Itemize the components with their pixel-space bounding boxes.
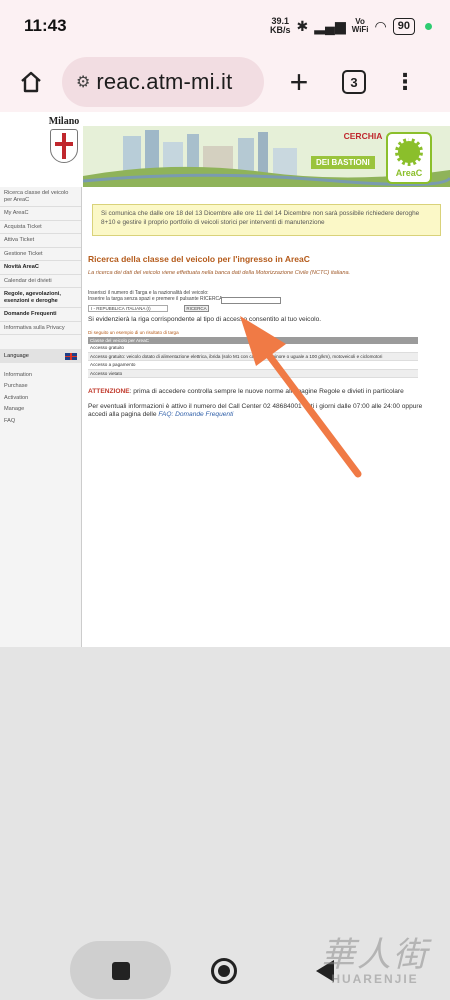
page-header: Milano CERCHIA DEI BASTIONI AreaC [0,112,450,187]
tab-switcher-button[interactable]: 3 [342,70,366,94]
signal-icon: ▂▄▆ [314,17,346,34]
milano-crest-icon [50,129,78,163]
table-header: Classe del veicolo per AreaC [88,336,418,344]
privacy-dot-icon [425,22,432,30]
en-item-purchase[interactable]: Purchase [0,381,81,393]
browser-toolbar: ⚙ reac.atm-mi.it + 3 ⋮ [0,52,450,112]
info-text: Per eventuali informazioni è attivo il n… [88,403,423,418]
nation-select[interactable]: I - REPUBBLICA ITALIANA (I) [88,305,168,312]
watermark-cn: 華人街 [321,935,429,975]
en-item-information[interactable]: Information [0,369,81,381]
call-center-info: Per eventuali informazioni è attivo il n… [88,403,438,419]
status-time: 11:43 [24,16,67,35]
sidebar-item-regole[interactable]: Regole, agevolazioni, esenzioni e derogh… [0,288,81,308]
milano-brand: Milano [48,116,80,127]
table-row: Accesso gratuito: veicolo dotato di alim… [88,352,418,361]
address-bar[interactable]: ⚙ reac.atm-mi.it [62,57,264,107]
page-title: Ricerca della classe del veicolo per l'i… [88,254,310,264]
english-menu: Information Purchase Activation Manage F… [0,369,81,427]
maintenance-notice: Si comunica che dalle ore 18 del 13 Dice… [92,204,441,236]
table-row: Accesso a pagamento [88,361,418,370]
highlight-note: Si evidenzierà la riga corrispondente al… [88,316,322,323]
areac-emblem-icon [395,138,423,166]
sidebar: Ricerca classe del veicolo per AreaC My … [0,187,82,647]
areac-logo[interactable]: AreaC [386,132,432,184]
site-settings-icon[interactable]: ⚙ [76,72,90,92]
example-result-table: Di seguito un esempio di un risultato di… [88,330,418,378]
plate-search-form: Inserisci il numero di Targa e la nazion… [88,290,446,316]
table-row: Accesso vietato [88,369,418,378]
sidebar-item-gestione[interactable]: Gestione Ticket [0,248,81,261]
home-nav-button[interactable] [211,958,237,984]
table-caption: Di seguito un esempio di un risultato di… [88,330,179,335]
en-item-manage[interactable]: Manage [0,404,81,416]
plate-input[interactable] [221,297,281,304]
sidebar-item-ricerca[interactable]: Ricerca classe del veicolo per AreaC [0,187,81,207]
language-row[interactable]: Language [0,349,81,363]
watermark: 華人街 HUARENJIE [300,927,450,986]
sidebar-item-acquista[interactable]: Acquista Ticket [0,221,81,234]
url-text: reac.atm-mi.it [96,69,233,94]
attention-label: ATTENZIONE [88,388,130,395]
banner-title: CERCHIA [343,131,383,141]
recents-button[interactable] [112,962,130,980]
net-speed-unit: KB/s [270,25,291,35]
areac-logo-label: AreaC [395,168,423,178]
network-speed: 39.1 KB/s [270,17,291,35]
language-label: Language [4,353,29,359]
sidebar-item-privacy[interactable]: Informativa sulla Privacy [0,322,81,335]
sidebar-item-my-areac[interactable]: My AreaC [0,207,81,221]
home-button[interactable] [14,65,48,99]
en-item-faq[interactable]: FAQ [0,415,81,427]
milano-logo[interactable]: Milano [44,116,84,163]
page-intro: La ricerca dei dati del veicolo viene ef… [88,270,351,276]
vowifi-label: Vo WiFi [352,18,369,34]
web-page: Milano CERCHIA DEI BASTIONI AreaC Ricerc… [0,112,450,647]
sidebar-item-domande[interactable]: Domande Frequenti [0,308,81,322]
vowifi-bottom: WiFi [351,25,369,34]
wifi-icon: ◠ [374,17,387,34]
bluetooth-icon: ✱ [296,17,309,34]
sidebar-item-attiva[interactable]: Attiva Ticket [0,234,81,248]
uk-flag-icon[interactable] [65,352,77,360]
status-bar: 11:43 39.1 KB/s ✱ ▂▄▆ Vo WiFi ◠ 90 [0,0,450,52]
en-item-activation[interactable]: Activation [0,392,81,404]
attention-note: ATTENZIONE: prima di accedere controlla … [88,388,446,395]
more-menu-button[interactable]: ⋮ [394,71,416,93]
table-row: Accesso gratuito [88,344,418,353]
main-content: Si comunica che dalle ore 18 del 13 Dice… [88,191,446,419]
header-banner: CERCHIA DEI BASTIONI AreaC [83,126,450,187]
sidebar-item-calendar[interactable]: Calendar dei divieti [0,275,81,288]
attention-text: : prima di accedere controlla sempre le … [129,388,404,395]
sidebar-item-novita[interactable]: Novità AreaC [0,261,81,275]
banner-subtitle: DEI BASTIONI [311,156,375,169]
new-tab-button[interactable]: + [284,64,314,101]
search-button[interactable]: RICERCA [184,305,209,312]
status-icons: 39.1 KB/s ✱ ▂▄▆ Vo WiFi ◠ 90 [270,17,432,35]
battery-indicator: 90 [392,17,415,35]
faq-link[interactable]: FAQ: Domande Frequenti [158,411,233,418]
home-icon [21,71,41,93]
